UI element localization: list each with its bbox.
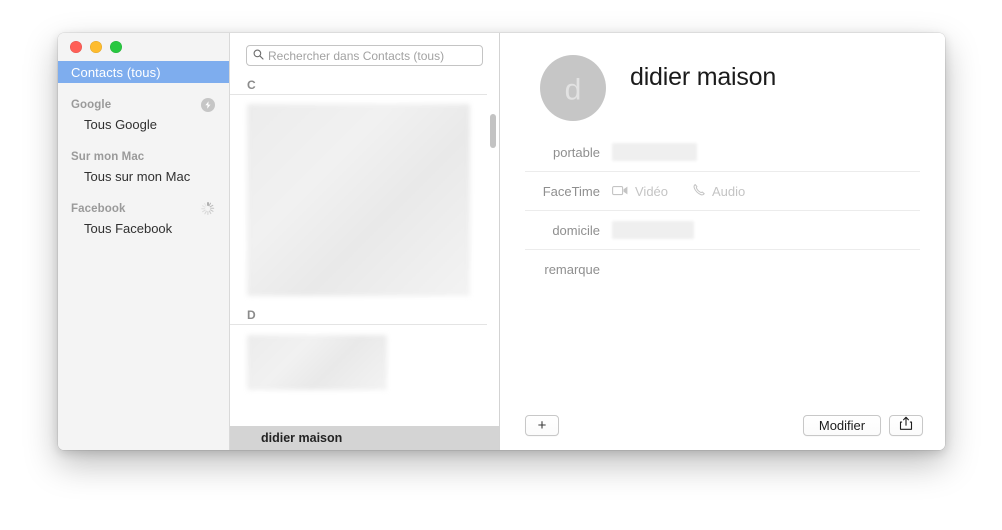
field-label-domicile: domicile — [552, 222, 600, 238]
search-input[interactable]: Rechercher dans Contacts (tous) — [246, 45, 483, 66]
list-item[interactable] — [247, 335, 387, 390]
search-placeholder: Rechercher dans Contacts (tous) — [268, 48, 445, 63]
plus-icon: + — [537, 416, 547, 434]
sidebar-item-tous-facebook[interactable]: Tous Facebook — [58, 217, 229, 239]
facetime-video-label: Vidéo — [635, 183, 669, 199]
sidebar-group-header-google: Google — [58, 96, 229, 113]
contact-list-body[interactable]: C D didier maison — [230, 78, 499, 450]
contact-header: d didier maison — [500, 33, 945, 121]
sidebar-group-google: Google Tous Google — [58, 96, 229, 135]
field-label-facetime: FaceTime — [542, 183, 600, 199]
edit-button[interactable]: Modifier — [803, 414, 881, 436]
add-contact-button[interactable]: + — [525, 414, 559, 436]
edit-button-label: Modifier — [818, 417, 866, 433]
list-section-header-d: D — [230, 308, 487, 325]
field-row-remarque[interactable]: remarque — [525, 250, 920, 289]
sidebar-item-tous-google-label: Tous Google — [84, 116, 157, 132]
sidebar-item-tous-sur-mon-mac[interactable]: Tous sur mon Mac — [58, 165, 229, 187]
list-section-header-d-label: D — [247, 308, 256, 322]
sidebar-group-header-facebook: Facebook — [58, 200, 229, 217]
field-row-facetime: FaceTime Vidéo Audio — [525, 172, 920, 211]
sidebar-item-tous-facebook-label: Tous Facebook — [84, 220, 173, 236]
window-controls — [58, 33, 229, 61]
detail-footer: + Modifier — [500, 400, 945, 450]
minimize-button[interactable] — [90, 41, 102, 53]
video-camera-icon — [612, 184, 629, 199]
scrollbar-thumb[interactable] — [490, 114, 496, 148]
sidebar-item-tous-google[interactable]: Tous Google — [58, 113, 229, 135]
detail-footer-actions: Modifier — [803, 414, 923, 436]
sidebar-group-header-sur-mon-mac: Sur mon Mac — [58, 148, 229, 165]
field-row-portable[interactable]: portable — [525, 133, 920, 172]
sidebar-group-facebook-label: Facebook — [71, 202, 126, 215]
list-section-header-c: C — [230, 78, 487, 95]
sidebar-item-all-contacts[interactable]: Contacts (tous) — [58, 61, 229, 83]
sync-icon[interactable] — [201, 97, 215, 112]
sidebar: Contacts (tous) Google Tous Google Sur m… — [58, 33, 230, 450]
contact-detail-pane: d didier maison portable FaceTime Vidéo … — [500, 33, 945, 450]
phone-icon — [692, 183, 706, 200]
sidebar-group-facebook: Facebook Tous Facebook — [58, 200, 229, 239]
avatar-initial: d — [564, 73, 582, 107]
sidebar-group-google-label: Google — [71, 98, 112, 111]
contact-list-scrollbar[interactable] — [489, 78, 497, 450]
field-value-domicile[interactable] — [612, 221, 694, 239]
sidebar-item-tous-sur-mon-mac-label: Tous sur mon Mac — [84, 168, 191, 184]
search-icon — [253, 47, 264, 65]
facetime-audio-button[interactable]: Audio — [692, 183, 745, 200]
share-icon — [899, 416, 913, 434]
sidebar-group-sur-mon-mac-label: Sur mon Mac — [71, 150, 145, 163]
search-bar: Rechercher dans Contacts (tous) — [230, 33, 499, 66]
close-button[interactable] — [70, 41, 82, 53]
avatar[interactable]: d — [540, 55, 606, 121]
facetime-audio-label: Audio — [712, 183, 746, 199]
list-item-selected[interactable]: didier maison — [230, 426, 499, 450]
contact-list-column: Rechercher dans Contacts (tous) C D didi… — [230, 33, 500, 450]
spinner-icon — [201, 202, 215, 216]
field-row-domicile[interactable]: domicile — [525, 211, 920, 250]
screenshot-root: Contacts (tous) Google Tous Google Sur m… — [0, 0, 1002, 530]
list-item-selected-label: didier maison — [261, 431, 343, 445]
facetime-video-button[interactable]: Vidéo — [612, 184, 668, 199]
sidebar-item-all-contacts-label: Contacts (tous) — [71, 64, 161, 80]
share-button[interactable] — [889, 414, 923, 436]
contacts-window: Contacts (tous) Google Tous Google Sur m… — [58, 33, 945, 450]
contact-name: didier maison — [630, 62, 777, 91]
field-label-remarque: remarque — [544, 262, 600, 277]
list-item[interactable] — [247, 104, 470, 296]
maximize-button[interactable] — [110, 41, 122, 53]
field-value-portable[interactable] — [612, 143, 697, 161]
contact-fields: portable FaceTime Vidéo Audio domicile r… — [500, 133, 945, 289]
sidebar-group-sur-mon-mac: Sur mon Mac Tous sur mon Mac — [58, 148, 229, 187]
field-label-portable: portable — [553, 144, 600, 160]
list-section-header-c-label: C — [247, 78, 256, 92]
